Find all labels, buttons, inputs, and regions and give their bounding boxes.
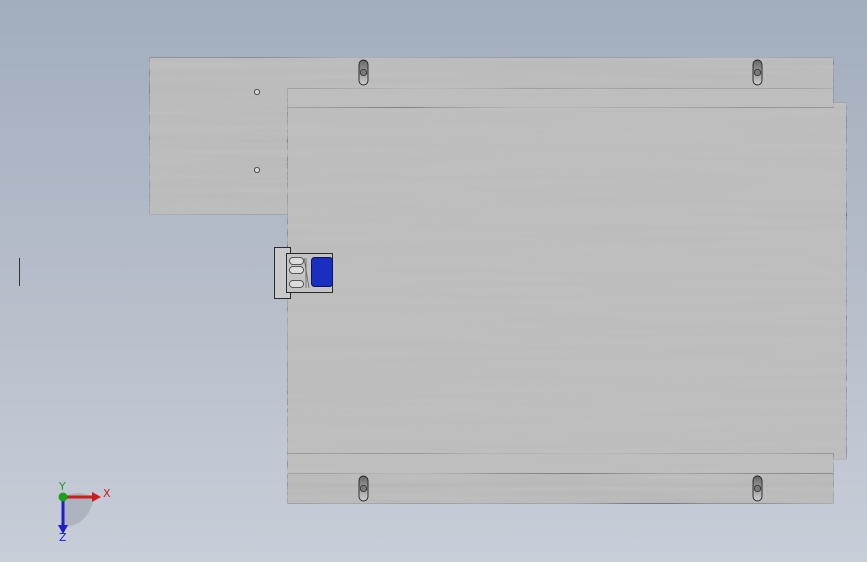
slot-hole-top-right xyxy=(752,59,763,86)
blue-connector-block xyxy=(311,257,333,287)
z-axis-label: Z xyxy=(59,531,67,544)
slot-hole-bottom-left xyxy=(358,475,369,502)
top-mounting-rail[interactable] xyxy=(287,88,834,108)
text-cursor xyxy=(19,258,20,286)
slot-hole-top-left xyxy=(358,59,369,86)
mounting-hole xyxy=(253,166,260,173)
y-axis-label: Y xyxy=(58,480,66,493)
bottom-mounting-rail[interactable] xyxy=(287,453,834,504)
connector-latch-assembly[interactable] xyxy=(274,247,333,299)
main-enclosure-body[interactable] xyxy=(287,102,847,460)
slot-hole-bottom-right xyxy=(752,475,763,502)
mounting-hole xyxy=(253,89,260,96)
cad-viewport[interactable]: X Y Z xyxy=(0,0,867,562)
x-axis-label: X xyxy=(103,487,111,500)
coordinate-triad: X Y Z xyxy=(58,480,111,544)
y-axis-point xyxy=(58,492,68,502)
